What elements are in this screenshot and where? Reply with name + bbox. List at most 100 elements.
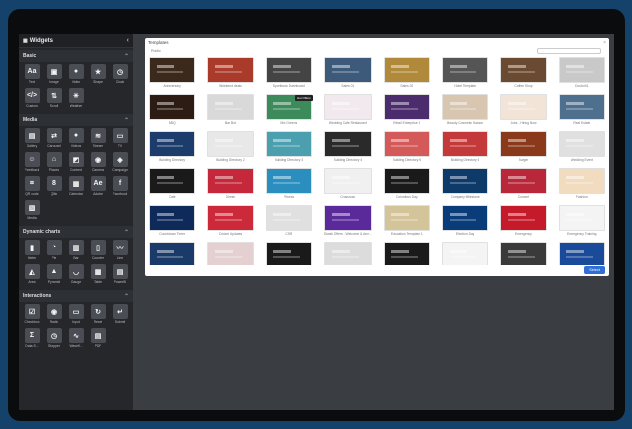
- section-header[interactable]: Media ⌃: [19, 114, 133, 126]
- chevron-up-icon[interactable]: ⌃: [124, 53, 129, 60]
- template-card[interactable]: Columbus Day: [383, 168, 431, 199]
- widget-tile[interactable]: ◭ Area: [21, 264, 43, 288]
- template-card[interactable]: Building Directory 6: [442, 131, 489, 162]
- widget-tile[interactable]: ▤ Gallery: [21, 128, 43, 152]
- template-card[interactable]: Wedding Event: [558, 131, 605, 162]
- widget-tile[interactable]: ⇅ Scroll: [43, 88, 65, 112]
- template-card[interactable]: [558, 242, 605, 265]
- widget-tile[interactable]: ⌗ QR code: [21, 176, 43, 200]
- template-card[interactable]: Concert: [500, 168, 547, 199]
- template-card[interactable]: Emergency Training: [558, 205, 605, 236]
- widget-tile[interactable]: ▭ TV: [109, 128, 131, 152]
- widget-tile[interactable]: ▮ Meter: [21, 240, 43, 264]
- template-card[interactable]: [383, 242, 431, 265]
- widget-tile[interactable]: f Facebook: [109, 176, 131, 200]
- template-card[interactable]: BBQ: [149, 94, 196, 125]
- widget-tile[interactable]: ▲ Pyramid: [43, 264, 65, 288]
- widget-tile[interactable]: Aa Text: [21, 64, 43, 88]
- template-card[interactable]: Building Directory 4: [323, 131, 372, 162]
- template-card[interactable]: [207, 242, 254, 265]
- chevron-up-icon[interactable]: ⌃: [124, 229, 129, 236]
- widget-tile[interactable]: ☑ Checkbox: [21, 304, 43, 328]
- widget-tile[interactable]: ▯ Counter: [87, 240, 109, 264]
- template-card[interactable]: Building Directory 2: [207, 131, 254, 162]
- template-card[interactable]: Sportbook Dashboard: [265, 57, 312, 88]
- widget-tile[interactable]: ● Videos: [65, 128, 87, 152]
- widget-tile[interactable]: ▭ Input: [65, 304, 87, 328]
- widget-tile[interactable]: ☀ Weather: [65, 88, 87, 112]
- widget-tile[interactable]: ◔ Pie: [43, 240, 65, 264]
- widget-tile[interactable]: ◷ Clock: [109, 64, 131, 88]
- section-header[interactable]: Dynamic charts ⌃: [19, 226, 133, 238]
- template-card[interactable]: Retail Enterprise 1: [383, 94, 431, 125]
- template-card[interactable]: [442, 242, 489, 265]
- widget-tile[interactable]: ▥ Bar: [65, 240, 87, 264]
- widget-tile[interactable]: ⌂ Places: [43, 152, 65, 176]
- widget-tile[interactable]: ⇄ Carousel: [43, 128, 65, 152]
- widget-tile[interactable]: ● Video: [65, 64, 87, 88]
- template-card[interactable]: Beauty Cosmetic Saloon: [442, 94, 489, 125]
- section-header[interactable]: Basic ⌃: [19, 50, 133, 62]
- widget-tile[interactable]: ◩ Content: [65, 152, 87, 176]
- widget-tile[interactable]: ▤ PowerBI: [109, 264, 131, 288]
- widget-tile[interactable]: ◉ Camera: [87, 152, 109, 176]
- template-card[interactable]: Fitness: [265, 168, 312, 199]
- widget-tile[interactable]: ◉ Radio: [43, 304, 65, 328]
- widget-tile[interactable]: ★ Shape: [87, 64, 109, 88]
- template-card[interactable]: Company Milestone: [442, 168, 489, 199]
- widget-tile[interactable]: ▦ Calendar: [65, 176, 87, 200]
- template-card[interactable]: Election Day: [442, 205, 489, 236]
- widget-tile[interactable]: ◷ Stopper: [43, 328, 65, 352]
- chevron-up-icon[interactable]: ⌃: [124, 293, 129, 300]
- template-card[interactable]: Cricket Updates: [207, 205, 254, 236]
- widget-tile[interactable]: ↵ Submit: [109, 304, 131, 328]
- widget-tile[interactable]: Ae Adobe: [87, 176, 109, 200]
- template-card[interactable]: Cafe: [149, 168, 196, 199]
- template-card[interactable]: Weekend deals: [207, 57, 254, 88]
- widget-tile[interactable]: ∿ Wavefl...: [65, 328, 87, 352]
- template-card[interactable]: Doctor01: [558, 57, 605, 88]
- widget-tile[interactable]: Σ Data S...: [21, 328, 43, 352]
- template-card[interactable]: [500, 242, 547, 265]
- tab-public[interactable]: Public: [151, 49, 161, 53]
- template-card[interactable]: Real Estate: [558, 94, 605, 125]
- widget-tile[interactable]: ◡ Gauge: [65, 264, 87, 288]
- widget-tile[interactable]: ↻ Reset: [87, 304, 109, 328]
- template-card[interactable]: Fashion: [558, 168, 605, 199]
- widget-tile[interactable]: ▦ Table: [87, 264, 109, 288]
- section-header[interactable]: Interactions ⌃: [19, 290, 133, 302]
- template-card[interactable]: Jobs - Hiring Now: [500, 94, 547, 125]
- widget-tile[interactable]: ◈ Campaign: [109, 152, 131, 176]
- template-card[interactable]: [265, 242, 312, 265]
- template-card[interactable]: CSR: [265, 205, 312, 236]
- template-card[interactable]: Coffee Shop: [500, 57, 547, 88]
- collapse-panel-icon[interactable]: ‹: [127, 37, 129, 44]
- template-card[interactable]: Burger: [500, 131, 547, 162]
- template-card[interactable]: Bar Bot: [207, 94, 254, 125]
- template-card[interactable]: Education Template 1: [383, 205, 431, 236]
- widget-tile[interactable]: ≋ Stream: [87, 128, 109, 152]
- template-card[interactable]: Emergency: [500, 205, 547, 236]
- template-card[interactable]: Diwali Offers - Welcome & Ann...: [323, 205, 372, 236]
- template-card[interactable]: [323, 242, 372, 265]
- widget-tile[interactable]: ▧ Media: [21, 200, 43, 224]
- template-card[interactable]: Countdown Timer: [149, 205, 196, 236]
- close-dialog-icon[interactable]: ×: [603, 40, 606, 46]
- template-search-input[interactable]: [537, 47, 601, 54]
- select-button[interactable]: Select: [584, 266, 605, 274]
- template-card[interactable]: Building Directory 3: [265, 131, 312, 162]
- chevron-up-icon[interactable]: ⌃: [124, 117, 129, 124]
- template-card[interactable]: Anniversary: [149, 57, 196, 88]
- widget-tile[interactable]: ▤ PDF: [87, 328, 109, 352]
- widget-tile[interactable]: 8 Qlikr: [43, 176, 65, 200]
- template-card[interactable]: Building Directory: [149, 131, 196, 162]
- widget-tile[interactable]: 〰 Line: [109, 240, 131, 264]
- template-card[interactable]: Sales 02: [383, 57, 431, 88]
- template-card[interactable]: Crossroad: [323, 168, 372, 199]
- widget-tile[interactable]: ▣ Image: [43, 64, 65, 88]
- template-card[interactable]: Hotel Template: [442, 57, 489, 88]
- template-card[interactable]: Dinner: [207, 168, 254, 199]
- widget-tile[interactable]: ☺ Feedback: [21, 152, 43, 176]
- template-card[interactable]: Wedding Cafe Restaurant: [323, 94, 372, 125]
- widget-tile[interactable]: </> Custom: [21, 88, 43, 112]
